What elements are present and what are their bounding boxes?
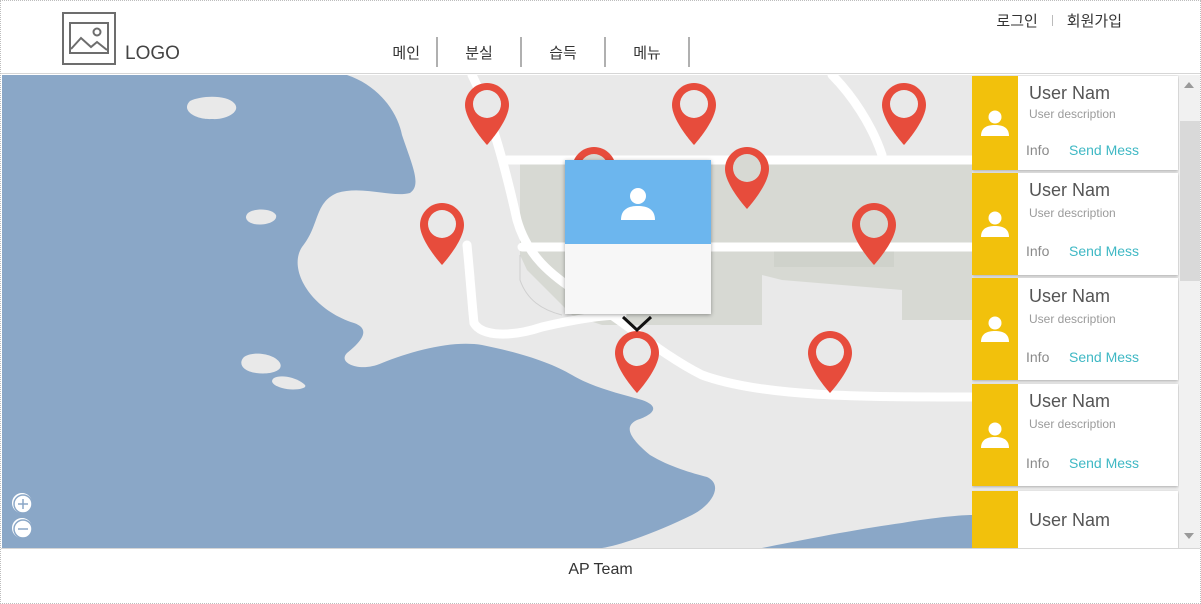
send-message-link[interactable]: Send Mess: [1069, 455, 1139, 471]
map-pin-icon[interactable]: [672, 83, 716, 145]
card-accent: [972, 76, 1018, 170]
user-icon: [981, 422, 1009, 448]
map-pin-icon[interactable]: [420, 203, 464, 265]
footer-text: AP Team: [568, 561, 633, 578]
user-name: User Nam: [1029, 180, 1111, 200]
nav-item-main[interactable]: 메인: [371, 37, 438, 67]
user-icon: [621, 188, 655, 220]
scroll-down-icon[interactable]: [1184, 533, 1194, 539]
main-nav: 메인 분실 습득 메뉴: [371, 37, 690, 67]
divider: [1051, 15, 1053, 26]
map-pin-icon[interactable]: [808, 331, 852, 393]
sidebar-scrollbar[interactable]: [1179, 75, 1200, 548]
user-list[interactable]: User Nam User description Info Send Mess…: [972, 75, 1200, 548]
info-link[interactable]: Info: [1026, 349, 1049, 365]
card-accent: [972, 491, 1018, 548]
user-card[interactable]: User Nam User description Info Send Mess: [972, 278, 1178, 380]
nav-item-menu[interactable]: 메뉴: [606, 37, 690, 67]
plus-circle-icon: [13, 494, 33, 514]
signup-link[interactable]: 회원가입: [1067, 10, 1122, 31]
user-name: User Nam: [1029, 391, 1111, 411]
scroll-thumb[interactable]: [1180, 121, 1200, 281]
info-link[interactable]: Info: [1026, 455, 1049, 471]
send-message-link[interactable]: Send Mess: [1069, 243, 1139, 259]
user-popup[interactable]: [565, 160, 711, 314]
zoom-in-button[interactable]: [12, 493, 33, 514]
user-card[interactable]: User Nam: [972, 491, 1178, 548]
user-card[interactable]: User Nam User description Info Send Mess: [972, 76, 1178, 170]
nav-item-lost[interactable]: 분실: [438, 37, 522, 67]
user-icon: [981, 316, 1009, 342]
user-description: User description: [1029, 206, 1116, 220]
user-description: User description: [1029, 417, 1116, 431]
map-pin-icon[interactable]: [882, 83, 926, 145]
header: LOGO 메인 분실 습득 메뉴 로그인 회원가입: [1, 1, 1200, 74]
user-icon: [981, 211, 1009, 237]
login-link[interactable]: 로그인: [996, 10, 1037, 31]
footer: AP Team: [1, 548, 1200, 603]
map-pin-icon[interactable]: [615, 331, 659, 393]
map-pin-icon[interactable]: [465, 83, 509, 145]
chevron-down-icon: [621, 315, 653, 333]
card-accent: [972, 384, 1018, 486]
popup-header: [565, 160, 711, 244]
logo-image-icon[interactable]: [62, 12, 116, 65]
send-message-link[interactable]: Send Mess: [1069, 349, 1139, 365]
minus-circle-icon: [13, 519, 33, 539]
map-pin-icon[interactable]: [852, 203, 896, 265]
user-icon: [981, 110, 1009, 136]
nav-item-found[interactable]: 습득: [522, 37, 606, 67]
map-view[interactable]: [2, 75, 972, 548]
send-message-link[interactable]: Send Mess: [1069, 142, 1139, 158]
map-tiles: [2, 75, 972, 548]
user-name: User Nam: [1029, 83, 1111, 103]
logo-text[interactable]: LOGO: [125, 43, 180, 65]
account-links: 로그인 회원가입: [996, 10, 1122, 31]
info-link[interactable]: Info: [1026, 142, 1049, 158]
map-pin-icon[interactable]: [725, 147, 769, 209]
card-accent: [972, 278, 1018, 380]
card-accent: [972, 173, 1018, 275]
user-name: User Nam: [1029, 286, 1111, 306]
info-link[interactable]: Info: [1026, 243, 1049, 259]
user-card[interactable]: User Nam User description Info Send Mess: [972, 384, 1178, 486]
user-name: User Nam: [1029, 510, 1111, 530]
user-description: User description: [1029, 107, 1116, 121]
scroll-up-icon[interactable]: [1184, 82, 1194, 88]
user-card[interactable]: User Nam User description Info Send Mess: [972, 173, 1178, 275]
user-description: User description: [1029, 312, 1116, 326]
zoom-out-button[interactable]: [12, 518, 33, 539]
